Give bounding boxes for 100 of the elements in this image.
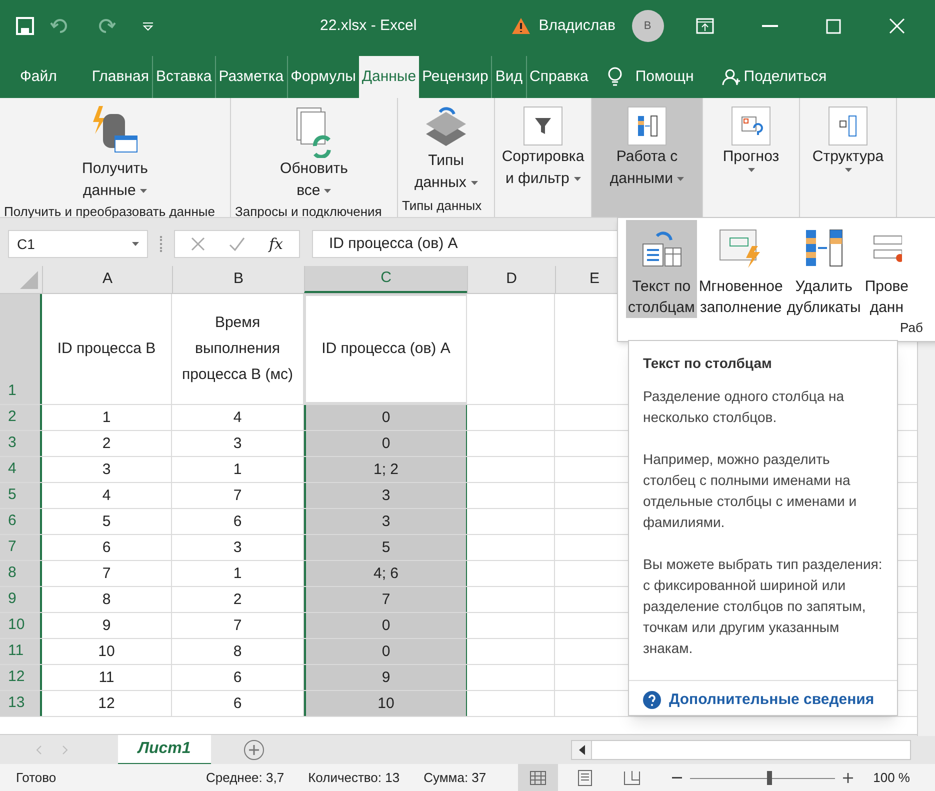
caret-icon bbox=[677, 177, 684, 182]
column-header[interactable]: D bbox=[467, 266, 555, 293]
caret-icon bbox=[470, 181, 478, 186]
group-label: Раб bbox=[900, 319, 924, 337]
table-cell-text: 0 bbox=[382, 408, 390, 428]
table-cell-text: 0 bbox=[382, 642, 390, 662]
table-cell-text: 0 bbox=[382, 616, 390, 636]
row-header[interactable]: 4 bbox=[0, 457, 42, 482]
ribbon-button[interactable]: Сортировка и фильтр bbox=[495, 98, 591, 217]
row-header[interactable]: 9 bbox=[0, 587, 42, 612]
ribbon-button[interactable]: Структура bbox=[800, 98, 896, 217]
ribbon-tab[interactable]: Данные bbox=[358, 56, 420, 98]
row-header[interactable]: 13 bbox=[0, 691, 42, 716]
ribbon-button[interactable]: Типы данных bbox=[398, 98, 494, 196]
ribbon-tab[interactable]: Главная bbox=[88, 56, 152, 98]
minimize-icon[interactable] bbox=[762, 25, 778, 27]
table-cell-text: 10 bbox=[378, 694, 394, 714]
add-sheet-icon[interactable] bbox=[242, 738, 265, 760]
user-avatar[interactable]: В bbox=[632, 10, 664, 42]
row-header[interactable]: 3 bbox=[0, 431, 42, 456]
table-cell-text: 4 bbox=[102, 486, 111, 506]
ribbon-button[interactable]: Работа с данными bbox=[592, 98, 702, 217]
table-cell-text: 6 bbox=[233, 694, 242, 714]
table-cell-text: 1 bbox=[102, 408, 111, 428]
row-header[interactable]: 8 bbox=[0, 561, 42, 586]
table-cell-text: 10 bbox=[98, 642, 115, 662]
dropdown-item[interactable]: Текст по столбцам bbox=[626, 220, 697, 318]
zoom-slider[interactable] bbox=[690, 770, 836, 784]
caret-icon bbox=[574, 177, 581, 182]
page-break-icon[interactable] bbox=[624, 770, 640, 784]
table-cell-text: 7 bbox=[233, 486, 242, 506]
table-cell-text: 8 bbox=[233, 642, 242, 662]
table-cell-text: 6 bbox=[102, 538, 111, 558]
ribbon-button[interactable]: Прогноз bbox=[703, 98, 799, 217]
table-cell-text: 1; 2 bbox=[373, 460, 399, 480]
table-cell-text: 6 bbox=[233, 512, 242, 532]
row-header[interactable]: 10 bbox=[0, 613, 42, 638]
zoom-in-icon[interactable] bbox=[843, 772, 854, 782]
tell-me-field[interactable]: Помощн bbox=[635, 66, 694, 88]
ribbon-tab[interactable]: Файл bbox=[8, 56, 69, 98]
table-cell-text: 0 bbox=[382, 434, 390, 454]
save-icon[interactable] bbox=[16, 17, 34, 35]
insert-function-button[interactable]: fx bbox=[269, 232, 284, 256]
column-header[interactable]: A bbox=[42, 266, 172, 293]
dropdown-item[interactable]: Мгновенное заполнение bbox=[696, 220, 785, 318]
table-cell-text: 5 bbox=[382, 538, 390, 558]
row-header[interactable]: 2 bbox=[0, 405, 42, 430]
ribbon-button[interactable]: Получить данные bbox=[0, 98, 230, 202]
tooltip-text: Например, можно разделить столбец с полными именами на отдельные столбцы с именами и фамилиями. bbox=[643, 450, 858, 532]
table-cell-text: 2 bbox=[102, 434, 111, 454]
table-cell-text: 8 bbox=[102, 590, 111, 610]
status-average: Среднее: 3,7 bbox=[206, 768, 284, 787]
dropdown-item[interactable]: Прове данн bbox=[862, 220, 910, 318]
maximize-icon[interactable] bbox=[826, 18, 840, 34]
scroll-left-button[interactable] bbox=[572, 740, 592, 758]
sheet-tab[interactable]: Лист1 bbox=[118, 734, 211, 764]
table-cell-text: 7 bbox=[382, 590, 390, 610]
table-cell-text: 6 bbox=[233, 668, 242, 688]
table-cell-text: 4 bbox=[233, 408, 242, 428]
zoom-thumb[interactable] bbox=[766, 770, 772, 784]
normal-view-icon[interactable] bbox=[530, 770, 546, 784]
tooltip-text: Вы можете выбрать тип разделения: с фиксированной шириной или разделение столбцов по запятым, точкам или другим указанным знакам. bbox=[643, 555, 883, 658]
status-sum: Сумма: 37 bbox=[424, 768, 486, 787]
ribbon-button[interactable]: Обновить все bbox=[231, 98, 397, 202]
row-header[interactable]: 7 bbox=[0, 535, 42, 560]
table-cell-text: 3 bbox=[233, 538, 242, 558]
table-cell-text: 3 bbox=[233, 434, 242, 454]
name-box[interactable]: C1 bbox=[8, 230, 148, 258]
dropdown-item[interactable]: Удалить дубликаты bbox=[784, 220, 863, 318]
group-label: Типы данных bbox=[401, 196, 483, 215]
row-header[interactable]: 1 bbox=[0, 294, 42, 404]
table-cell-text: 2 bbox=[233, 590, 242, 610]
column-header[interactable]: C bbox=[304, 266, 467, 293]
table-cell-text: 7 bbox=[102, 564, 111, 584]
lightbulb-icon bbox=[607, 67, 624, 87]
row-header[interactable]: 5 bbox=[0, 483, 42, 508]
close-icon[interactable] bbox=[888, 18, 904, 34]
warning-icon bbox=[510, 17, 531, 35]
more-info-link[interactable]: Дополнительные сведения bbox=[669, 689, 874, 710]
table-cell-text: 4; 6 bbox=[373, 564, 399, 584]
zoom-level[interactable]: 100 % bbox=[873, 768, 910, 788]
window-title: 22.xlsx - Excel bbox=[320, 16, 417, 36]
row-header[interactable]: 11 bbox=[0, 639, 42, 664]
ribbon-tab[interactable]: Рецензир bbox=[419, 56, 492, 98]
forecast-icon bbox=[731, 106, 771, 146]
table-cell-text: 1 bbox=[233, 460, 242, 480]
horizontal-scrollbar[interactable] bbox=[571, 740, 911, 760]
table-cell-text: 3 bbox=[382, 512, 390, 532]
table-cell-text: 9 bbox=[102, 616, 111, 636]
share-button[interactable]: Поделиться bbox=[722, 66, 827, 88]
tooltip-title: Текст по столбцам bbox=[643, 354, 773, 373]
left-arrow-icon bbox=[578, 744, 584, 754]
ribbon-display-icon[interactable] bbox=[696, 18, 714, 34]
table-cell-text: 11 bbox=[98, 668, 114, 688]
person-icon bbox=[722, 68, 740, 86]
row-header[interactable]: 12 bbox=[0, 665, 42, 690]
customize-icon[interactable] bbox=[142, 21, 154, 31]
row-header[interactable]: 6 bbox=[0, 509, 42, 534]
page-layout-icon[interactable] bbox=[578, 770, 592, 786]
user-name: Владислав bbox=[538, 16, 616, 36]
